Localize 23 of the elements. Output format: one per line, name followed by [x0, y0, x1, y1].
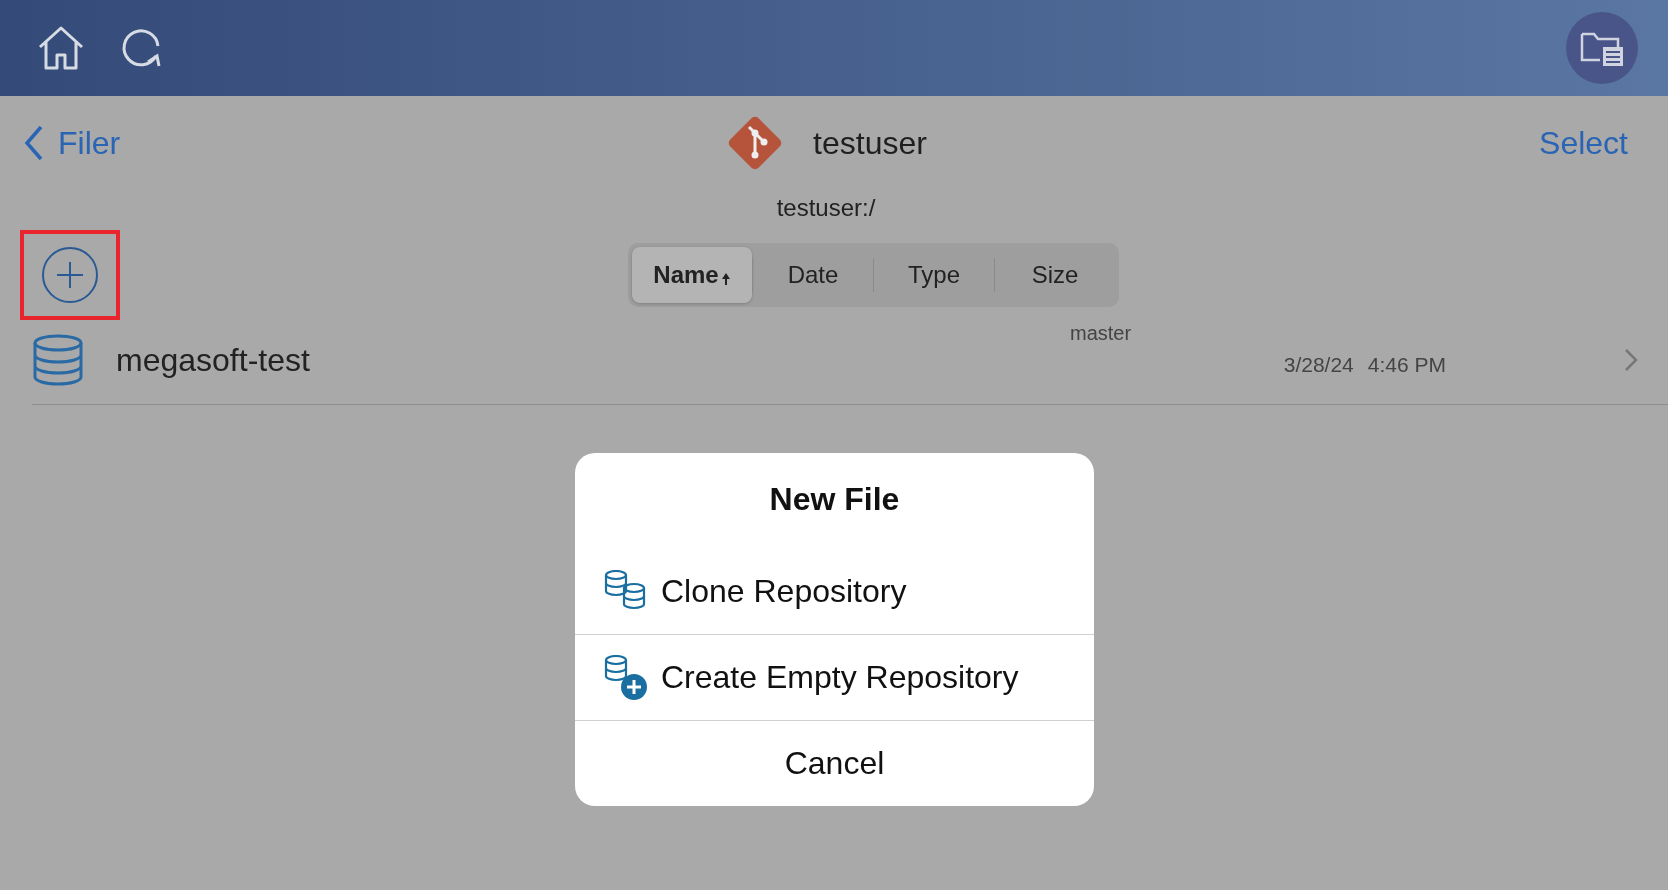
- dialog-title: New File: [768, 480, 901, 519]
- sort-tab[interactable]: Type: [874, 247, 994, 303]
- branch-label: master: [1070, 322, 1132, 345]
- sort-tab[interactable]: Size: [995, 247, 1115, 303]
- sort-tab[interactable]: Date: [753, 247, 873, 303]
- plus-circle-icon: [41, 246, 99, 304]
- file-time: 4:46 PM: [1367, 353, 1446, 377]
- cancel-button[interactable]: Cancel: [575, 720, 1094, 806]
- chevron-left-icon: [24, 125, 44, 161]
- path-label: testuser:/: [775, 194, 877, 222]
- database-plus-icon: [603, 654, 649, 701]
- file-row[interactable]: megasoft-test master 3/28/24 4:46 PM: [32, 316, 1668, 405]
- chevron-right-icon: [1624, 348, 1638, 372]
- dialog-action[interactable]: Clone Repository: [575, 548, 1094, 634]
- file-name: megasoft-test: [116, 341, 311, 379]
- folder-list-icon[interactable]: [1566, 12, 1638, 84]
- home-icon[interactable]: [36, 25, 86, 71]
- sort-tab[interactable]: Name: [632, 247, 752, 303]
- add-button[interactable]: [20, 230, 120, 320]
- file-date: 3/28/24: [1283, 353, 1354, 377]
- database-icon: [32, 334, 84, 386]
- nav-title: testuser: [813, 124, 927, 162]
- dialog-action[interactable]: Create Empty Repository: [575, 634, 1094, 720]
